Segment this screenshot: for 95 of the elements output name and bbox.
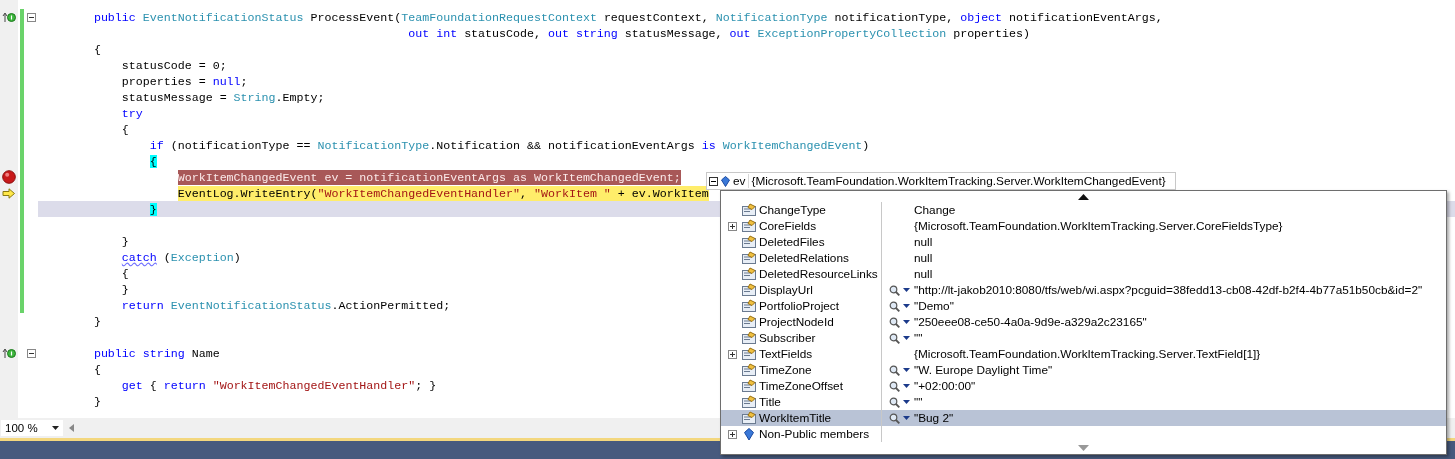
property-value: "Bug 2" bbox=[914, 411, 954, 425]
property-name: DisplayUrl bbox=[759, 283, 813, 297]
diamond-icon bbox=[721, 175, 730, 187]
collapse-icon[interactable] bbox=[26, 12, 36, 22]
caret-icon bbox=[903, 400, 910, 404]
property-name: TextFields bbox=[759, 347, 813, 361]
expand-icon[interactable] bbox=[727, 349, 737, 359]
property-value: "Demo" bbox=[914, 299, 954, 313]
variable-value: {Microsoft.TeamFoundation.WorkItemTracking.Server.WorkItemChangedEvent} bbox=[748, 174, 1166, 188]
property-value: "W. Europe Daylight Time" bbox=[914, 363, 1053, 377]
code-line: statusMessage = String.Empty; bbox=[121, 89, 325, 105]
caret-icon bbox=[903, 336, 910, 340]
property-icon bbox=[741, 267, 757, 281]
magnifier-icon bbox=[889, 284, 900, 296]
caret-icon bbox=[52, 426, 59, 430]
magnifier-icon bbox=[889, 300, 900, 312]
property-value: {Microsoft.TeamFoundation.WorkItemTracking.Server.CoreFieldsType} bbox=[914, 219, 1283, 233]
property-icon bbox=[741, 235, 757, 249]
property-value: null bbox=[914, 235, 933, 249]
code-line: if (notificationType == NotificationType.Notification && notificationEventArgs is WorkItemChangedEvent) bbox=[149, 137, 870, 153]
code-line: return EventNotificationStatus.ActionPermitted; bbox=[121, 297, 451, 313]
code-line: } bbox=[121, 233, 129, 249]
property-name: Title bbox=[759, 395, 781, 409]
property-icon bbox=[741, 347, 757, 361]
code-line: { bbox=[93, 361, 101, 377]
code-line: public EventNotificationStatus ProcessEvent(TeamFoundationRequestContext requestContext, NotificationType notificationType, object notificationEventArgs, bbox=[93, 9, 1163, 25]
code-line: get { return "WorkItemChangedEventHandler"; } bbox=[121, 377, 437, 393]
code-line: statusCode = 0; bbox=[121, 57, 227, 73]
caret-icon bbox=[903, 416, 910, 420]
property-value: "250eee08-ce50-4a0a-9d9e-a329a2c23165" bbox=[914, 315, 1147, 329]
expand-icon[interactable] bbox=[727, 221, 737, 231]
caret-icon bbox=[903, 320, 910, 324]
property-icon bbox=[741, 203, 757, 217]
property-value: null bbox=[914, 251, 933, 265]
arrow-circle-icon[interactable] bbox=[2, 347, 16, 359]
code-line: } bbox=[93, 393, 101, 409]
breakpoint-icon[interactable] bbox=[2, 170, 16, 184]
code-line: { bbox=[121, 121, 129, 137]
property-icon bbox=[741, 363, 757, 377]
code-line: try bbox=[121, 105, 143, 121]
property-name: DeletedRelations bbox=[759, 251, 849, 265]
caret-icon bbox=[903, 288, 910, 292]
code-line: public string Name bbox=[93, 345, 220, 361]
magnifier-icon bbox=[889, 380, 900, 392]
property-name: ProjectNodeId bbox=[759, 315, 834, 329]
magnifier-icon bbox=[889, 396, 900, 408]
property-icon bbox=[741, 251, 757, 265]
magnifier-icon bbox=[889, 364, 900, 376]
property-name: DeletedFiles bbox=[759, 235, 825, 249]
code-line: { bbox=[121, 265, 129, 281]
property-name: DeletedResourceLinks bbox=[759, 267, 878, 281]
property-name: ChangeType bbox=[759, 203, 826, 217]
scroll-left-icon[interactable] bbox=[69, 424, 74, 432]
arrow-circle-icon[interactable] bbox=[2, 11, 16, 23]
magnifier-icon bbox=[889, 412, 900, 424]
property-icon bbox=[741, 379, 757, 393]
property-icon bbox=[741, 299, 757, 313]
caret-icon bbox=[903, 368, 910, 372]
zoom-dropdown[interactable]: 100 % bbox=[1, 420, 63, 436]
scroll-down-icon[interactable] bbox=[1078, 445, 1089, 451]
property-name: WorkItemTitle bbox=[759, 411, 832, 425]
collapse-icon[interactable] bbox=[709, 176, 718, 186]
code-line: { bbox=[93, 41, 101, 57]
variable-name: ev bbox=[733, 174, 746, 188]
code-line: out int statusCode, out string statusMessage, out ExceptionPropertyCollection properties) bbox=[408, 25, 1030, 41]
property-value: Change bbox=[914, 203, 956, 217]
property-name: TimeZoneOffset bbox=[759, 379, 843, 393]
property-value: "http://lt-jakob2010:8080/tfs/web/wi.aspx?pcguid=38fedd13-cb08-42df-b2f4-4b77a51b50cb&id=2" bbox=[914, 283, 1423, 297]
caret-icon bbox=[903, 384, 910, 388]
code-line: } bbox=[121, 281, 129, 297]
property-icon bbox=[741, 315, 757, 329]
property-value: "" bbox=[914, 395, 923, 409]
property-icon bbox=[741, 331, 757, 345]
property-name: Non-Public members bbox=[759, 427, 870, 441]
property-value: {Microsoft.TeamFoundation.WorkItemTracking.Server.TextField[1]} bbox=[914, 347, 1261, 361]
property-value: "+02:00:00" bbox=[914, 379, 976, 393]
property-name: Subscriber bbox=[759, 331, 816, 345]
magnifier-icon bbox=[889, 332, 900, 344]
selected-row[interactable]: WorkItemTitle "Bug 2" bbox=[721, 410, 1446, 426]
property-icon bbox=[741, 395, 757, 409]
caret-icon bbox=[903, 304, 910, 308]
code-line: catch (Exception) bbox=[121, 249, 241, 265]
expand-icon[interactable] bbox=[727, 429, 737, 439]
property-name: CoreFields bbox=[759, 219, 817, 233]
code-line: } bbox=[93, 313, 101, 329]
collapse-icon[interactable] bbox=[26, 348, 36, 358]
property-icon bbox=[741, 219, 757, 233]
property-name: TimeZone bbox=[759, 363, 812, 377]
property-icon bbox=[741, 411, 757, 425]
property-icon bbox=[741, 283, 757, 297]
property-name: PortfolioProject bbox=[759, 299, 839, 313]
property-value: null bbox=[914, 267, 933, 281]
magnifier-icon bbox=[889, 316, 900, 328]
property-value: "" bbox=[914, 331, 923, 345]
code-line: properties = null; bbox=[121, 73, 248, 89]
